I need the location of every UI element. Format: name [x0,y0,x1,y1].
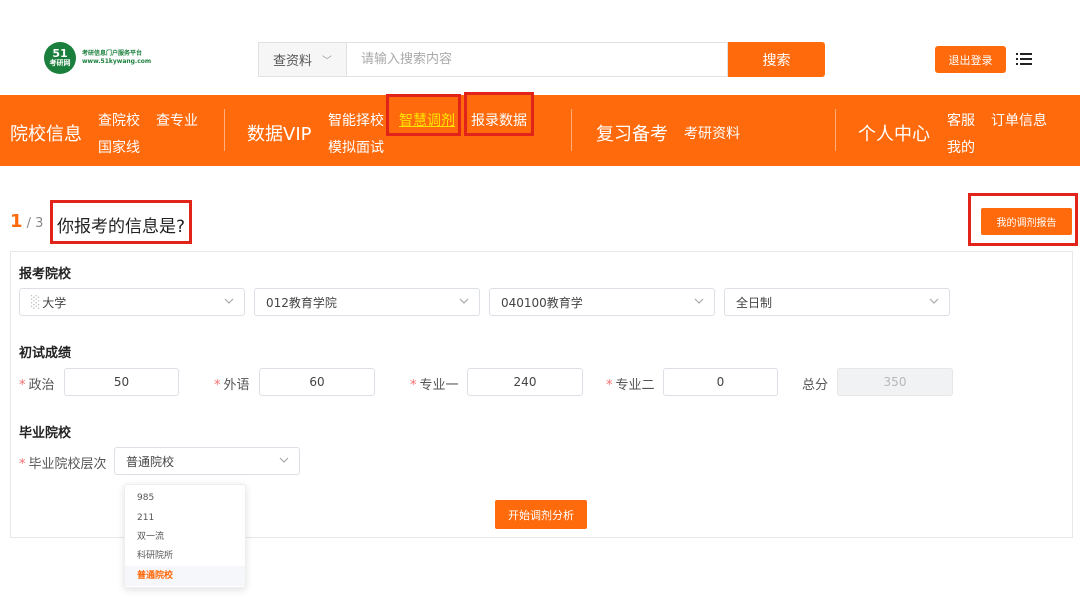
section-label-scores: 初试成绩 [19,346,72,361]
school-value: 大学 [42,295,67,310]
politics-label: * 政治 [19,374,55,393]
logo-name: 考研网 [49,59,71,68]
nav-link-smart-school[interactable]: 智能择校 [328,110,384,130]
search-bar: 查资料 ﹀ 搜索 [258,42,825,77]
major-value: 040100教育学 [501,295,583,310]
search-button[interactable]: 搜索 [728,42,825,77]
department-select[interactable]: 012教育学院 [254,288,480,316]
graduate-level-label-text: 毕业院校层次 [28,457,107,472]
nav-group-school-info[interactable]: 院校信息 [10,120,82,146]
study-mode-value: 全日制 [736,295,773,310]
page-title: 你报考的信息是? [57,217,186,237]
nav-group-personal-center[interactable]: 个人中心 [858,120,930,146]
politics-score-input[interactable] [64,368,179,396]
study-mode-select[interactable]: 全日制 [724,288,950,316]
chevron-down-icon [459,298,469,304]
required-mark: * [19,457,26,472]
graduate-level-value: 普通院校 [126,454,175,469]
required-mark: * [606,378,613,393]
logo-tagline: 考研信息门户服务平台 [82,49,143,57]
site-logo[interactable]: 51 考研网 考研信息门户服务平台 www.51kywang.com [44,42,151,74]
school-select[interactable]: ░ 大学 [19,288,245,316]
politics-label-text: 政治 [28,378,55,393]
option-research-institute[interactable]: 科研院所 [125,546,245,566]
major1-label: * 专业一 [410,374,459,393]
main-nav: 院校信息 查院校 查专业 国家线 数据VIP 智能择校 智慧调剂 报录数据 模拟… [0,95,1080,166]
nav-divider [224,109,225,151]
logo-badge: 51 考研网 [44,42,76,74]
nav-divider [571,109,572,151]
option-double-first-class[interactable]: 双一流 [125,527,245,547]
nav-link-mock-interview[interactable]: 模拟面试 [328,137,384,157]
step-current: 1 [10,211,23,232]
nav-link-customer-service[interactable]: 客服 [947,110,975,130]
start-analysis-button[interactable]: 开始调剂分析 [495,500,587,529]
required-mark: * [410,378,417,393]
nav-link-search-major[interactable]: 查专业 [156,110,198,130]
search-type-label: 查资料 [272,54,312,69]
section-label-graduate: 毕业院校 [19,426,72,441]
language-score-input[interactable] [259,368,375,396]
logo-url: www.51kywang.com [82,58,152,65]
chevron-down-icon [929,298,939,304]
option-985[interactable]: 985 [125,488,245,508]
nav-link-mine[interactable]: 我的 [947,137,975,157]
major-select[interactable]: 040100教育学 [489,288,715,316]
nav-link-materials[interactable]: 考研资料 [684,123,740,143]
chevron-down-icon: ﹀ [322,56,332,67]
highlight-admission-data [464,92,534,136]
nav-link-search-school[interactable]: 查院校 [98,110,140,130]
chevron-down-icon [224,298,234,304]
major2-label-text: 专业二 [615,378,655,393]
step-total: / 3 [26,216,44,231]
major2-score-input[interactable] [663,368,778,396]
language-label: * 外语 [214,374,250,393]
nav-link-orders[interactable]: 订单信息 [991,110,1047,130]
nav-link-national-line[interactable]: 国家线 [98,137,140,157]
list-icon[interactable] [1016,51,1032,67]
major1-label-text: 专业一 [419,378,459,393]
chevron-down-icon [694,298,704,304]
language-label-text: 外语 [223,378,250,393]
required-mark: * [214,378,221,393]
option-regular-school[interactable]: 普通院校 [125,566,245,586]
logo-text: 考研信息门户服务平台 www.51kywang.com [82,50,151,67]
department-value: 012教育学院 [266,295,337,310]
logout-button[interactable]: 退出登录 [935,46,1006,73]
total-label: 总分 [802,378,829,393]
graduate-level-select[interactable]: 普通院校 [114,447,300,475]
option-211[interactable]: 211 [125,508,245,528]
graduate-level-dropdown: 985 211 双一流 科研院所 普通院校 [124,484,246,588]
major2-label: * 专业二 [606,374,655,393]
chevron-up-icon [279,457,289,463]
masked-text: ░ [31,295,41,309]
nav-divider [835,109,836,151]
required-mark: * [19,378,26,393]
highlight-smart-adjust [386,94,461,136]
search-input[interactable] [347,42,728,77]
major1-score-input[interactable] [467,368,583,396]
section-label-target: 报考院校 [19,267,72,282]
graduate-level-label: * 毕业院校层次 [19,453,107,472]
nav-group-review[interactable]: 复习备考 [596,120,668,146]
total-score-input [837,368,953,396]
nav-group-data-vip[interactable]: 数据VIP [247,120,311,146]
search-type-select[interactable]: 查资料 ﹀ [258,42,347,77]
my-report-button[interactable]: 我的调剂报告 [981,208,1072,235]
step-indicator: 1 / 3 [10,211,43,232]
